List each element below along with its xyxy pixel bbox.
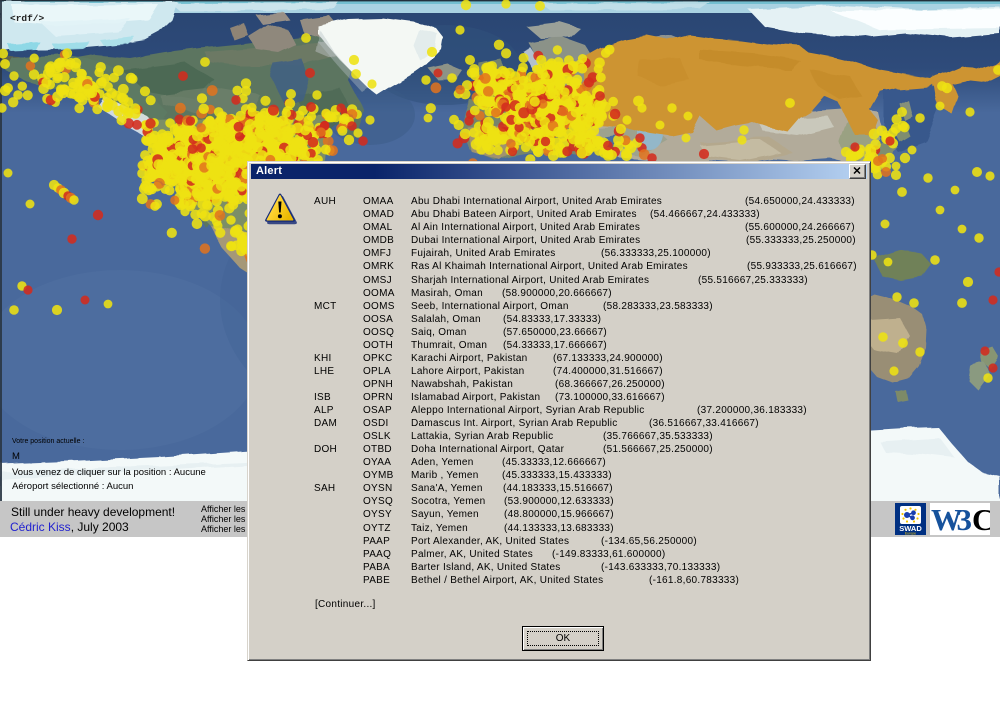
svg-text:W3: W3 bbox=[931, 503, 972, 535]
svg-text:Europe: Europe bbox=[905, 532, 916, 536]
svg-text:C: C bbox=[972, 503, 990, 535]
